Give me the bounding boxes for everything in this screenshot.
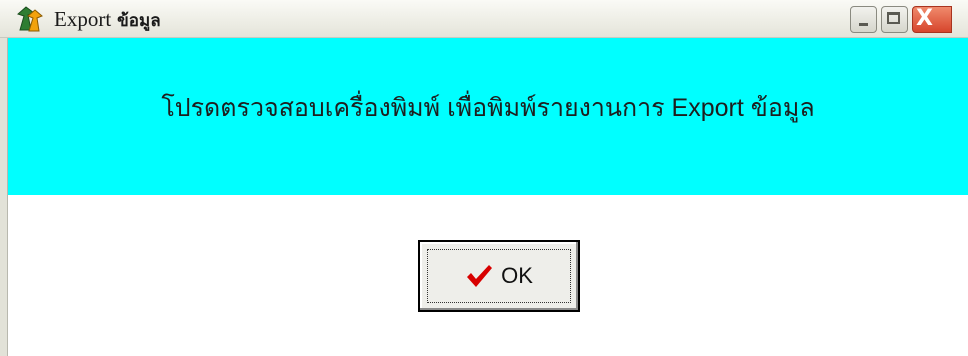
- dialog-content: OK: [8, 195, 968, 356]
- minimize-icon[interactable]: [850, 6, 877, 33]
- export-dialog-window: Export ข้อมูล X โปรดตรวจสอบเครื่องพิมพ์ เ…: [0, 0, 968, 356]
- message-banner: โปรดตรวจสอบเครื่องพิมพ์ เพื่อพิมพ์รายงาน…: [8, 38, 968, 195]
- checkmark-icon: [467, 265, 493, 287]
- ok-button[interactable]: OK: [418, 240, 580, 312]
- window-title: Export ข้อมูล: [54, 0, 161, 38]
- window-title-thai: ข้อมูล: [117, 11, 161, 31]
- window-title-main: Export: [54, 7, 112, 31]
- printer-check-message: โปรดตรวจสอบเครื่องพิมพ์ เพื่อพิมพ์รายงาน…: [161, 94, 815, 122]
- close-icon[interactable]: X: [912, 6, 952, 33]
- maximize-icon[interactable]: [881, 6, 908, 33]
- window-left-border: [0, 38, 8, 356]
- ok-button-label: OK: [501, 263, 533, 288]
- app-tree-icon: [17, 6, 43, 32]
- title-bar[interactable]: Export ข้อมูล X: [0, 0, 968, 38]
